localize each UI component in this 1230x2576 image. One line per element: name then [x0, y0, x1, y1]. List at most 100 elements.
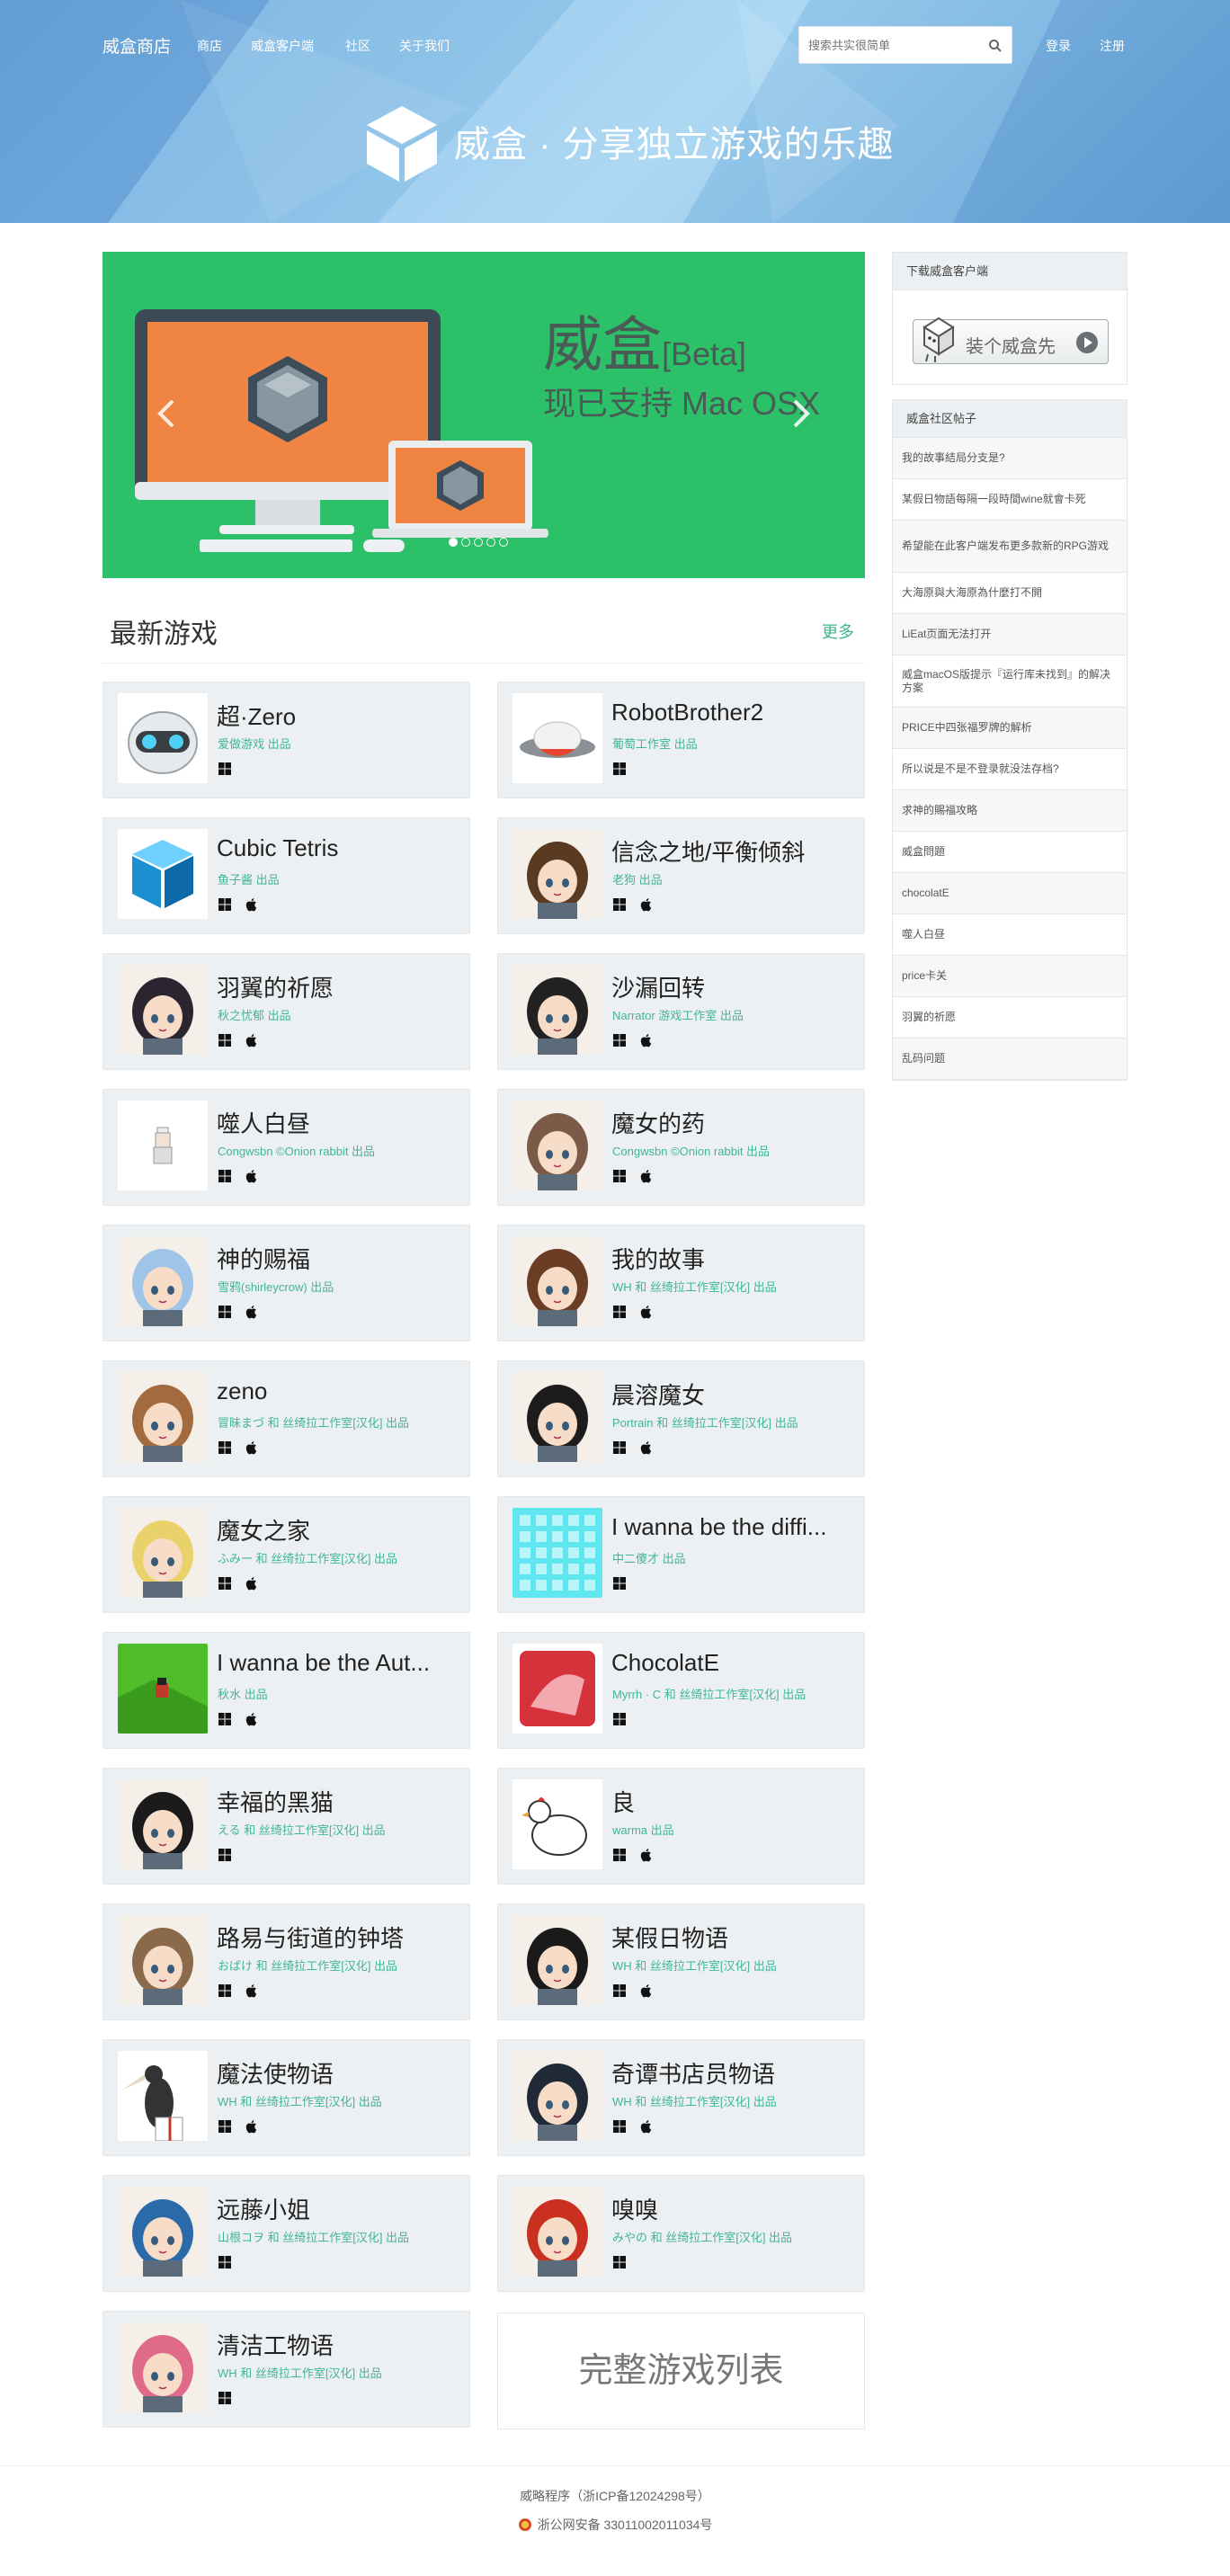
- game-card[interactable]: 魔法使物语 WH 和 丝绮拉工作室[汉化] 出品: [102, 2039, 470, 2156]
- community-post-link[interactable]: 希望能在此客户端发布更多款新的RPG游戏: [893, 521, 1127, 573]
- carousel-prev-icon[interactable]: [153, 396, 180, 432]
- community-post-link[interactable]: LiEat页面无法打开: [893, 614, 1127, 655]
- community-post-link[interactable]: 威盒問題: [893, 832, 1127, 873]
- game-thumbnail[interactable]: [118, 2051, 208, 2141]
- login-link[interactable]: 登录: [1046, 37, 1071, 55]
- community-post-link[interactable]: 威盒macOS版提示『运行库未找到』的解决方案: [893, 655, 1127, 708]
- community-post-link[interactable]: 求神的賜福攻略: [893, 790, 1127, 832]
- game-thumbnail[interactable]: [118, 1101, 208, 1190]
- community-post-link[interactable]: 羽翼的祈愿: [893, 997, 1127, 1038]
- game-card[interactable]: 沙漏回转 Narrator 游戏工作室 出品: [497, 953, 865, 1070]
- game-title[interactable]: 远藤小姐: [217, 2192, 310, 2225]
- game-thumbnail[interactable]: [512, 2187, 602, 2277]
- brand-link[interactable]: 威盒商店: [102, 33, 171, 58]
- police-record[interactable]: 浙公网安备 33011002011034号: [0, 2516, 1230, 2534]
- game-title[interactable]: 羽翼的祈愿: [217, 970, 334, 1003]
- game-card[interactable]: 幸福的黑猫 える 和 丝绮拉工作室[汉化] 出品: [102, 1768, 470, 1885]
- game-thumbnail[interactable]: [118, 1372, 208, 1462]
- search-input[interactable]: [799, 27, 979, 63]
- full-game-list-button[interactable]: 完整游戏列表: [497, 2313, 865, 2429]
- game-card[interactable]: 羽翼的祈愿 秋之忧郁 出品: [102, 953, 470, 1070]
- game-thumbnail[interactable]: [512, 1101, 602, 1190]
- game-card[interactable]: 清洁工物语 WH 和 丝绮拉工作室[汉化] 出品: [102, 2311, 470, 2428]
- carousel-dot[interactable]: [499, 538, 508, 547]
- game-title[interactable]: I wanna be the Aut...: [217, 1649, 430, 1677]
- game-card[interactable]: 晨溶魔女 Portrain 和 丝绮拉工作室[汉化] 出品: [497, 1360, 865, 1477]
- game-card[interactable]: 魔女的药 Congwsbn ©Onion rabbit 出品: [497, 1089, 865, 1206]
- game-thumbnail[interactable]: [118, 965, 208, 1055]
- community-post-link[interactable]: PRICE中四张福罗牌的解析: [893, 708, 1127, 749]
- game-card[interactable]: zeno 冒昧まづ 和 丝绮拉工作室[汉化] 出品: [102, 1360, 470, 1477]
- game-title[interactable]: 神的赐福: [217, 1242, 310, 1275]
- game-thumbnail[interactable]: [118, 2322, 208, 2412]
- game-title[interactable]: 沙漏回转: [611, 970, 705, 1003]
- game-thumbnail[interactable]: [118, 693, 208, 783]
- carousel-dot[interactable]: [449, 538, 458, 547]
- game-title[interactable]: 魔法使物语: [217, 2056, 334, 2090]
- game-title[interactable]: 良: [611, 1785, 635, 1818]
- game-title[interactable]: 某假日物语: [611, 1921, 728, 1954]
- game-title[interactable]: 超·Zero: [217, 699, 296, 732]
- game-title[interactable]: 清洁工物语: [217, 2328, 334, 2361]
- game-title[interactable]: 嗅嗅: [611, 2192, 658, 2225]
- game-card[interactable]: 良 warma 出品: [497, 1768, 865, 1885]
- nav-link-client[interactable]: 威盒客户端: [251, 37, 314, 55]
- register-link[interactable]: 注册: [1100, 37, 1125, 55]
- game-card[interactable]: 超·Zero 爱做游戏 出品: [102, 682, 470, 798]
- game-title[interactable]: 信念之地/平衡倾斜: [611, 834, 805, 868]
- game-card[interactable]: Cubic Tetris 鱼子酱 出品: [102, 817, 470, 934]
- game-thumbnail[interactable]: [512, 1372, 602, 1462]
- game-card[interactable]: I wanna be the Aut... 秋水 出品: [102, 1632, 470, 1749]
- community-post-link[interactable]: 我的故事結局分支是?: [893, 438, 1127, 479]
- game-card[interactable]: ChocolatE Myrrh · C 和 丝绮拉工作室[汉化] 出品: [497, 1632, 865, 1749]
- game-title[interactable]: 路易与街道的钟塔: [217, 1921, 404, 1954]
- game-card[interactable]: I wanna be the diffi... 中二傻才 出品: [497, 1496, 865, 1613]
- game-thumbnail[interactable]: [512, 965, 602, 1055]
- game-card[interactable]: 某假日物语 WH 和 丝绮拉工作室[汉化] 出品: [497, 1903, 865, 2020]
- game-card[interactable]: 远藤小姐 山根コヲ 和 丝绮拉工作室[汉化] 出品: [102, 2175, 470, 2292]
- game-card[interactable]: 信念之地/平衡倾斜 老狗 出品: [497, 817, 865, 934]
- community-post-link[interactable]: price卡关: [893, 956, 1127, 997]
- game-title[interactable]: 魔女的药: [611, 1106, 705, 1139]
- game-thumbnail[interactable]: [118, 829, 208, 919]
- game-card[interactable]: RobotBrother2 葡萄工作室 出品: [497, 682, 865, 798]
- game-card[interactable]: 路易与街道的钟塔 おばけ 和 丝绮拉工作室[汉化] 出品: [102, 1903, 470, 2020]
- install-client-button[interactable]: 装个威盒先: [913, 316, 1109, 364]
- game-thumbnail[interactable]: [118, 1508, 208, 1598]
- game-thumbnail[interactable]: [512, 1779, 602, 1869]
- game-thumbnail[interactable]: [512, 1236, 602, 1326]
- game-thumbnail[interactable]: [512, 2051, 602, 2141]
- game-title[interactable]: zeno: [217, 1377, 267, 1405]
- game-title[interactable]: 晨溶魔女: [611, 1377, 705, 1411]
- game-title[interactable]: 我的故事: [611, 1242, 705, 1275]
- game-card[interactable]: 嗅嗅 みやの 和 丝绮拉工作室[汉化] 出品: [497, 2175, 865, 2292]
- game-thumbnail[interactable]: [118, 1915, 208, 2005]
- game-thumbnail[interactable]: [512, 829, 602, 919]
- game-thumbnail[interactable]: [512, 1644, 602, 1734]
- nav-link-store[interactable]: 商店: [197, 37, 222, 55]
- game-card[interactable]: 我的故事 WH 和 丝绮拉工作室[汉化] 出品: [497, 1225, 865, 1341]
- community-post-link[interactable]: 噬人白昼: [893, 914, 1127, 956]
- game-title[interactable]: RobotBrother2: [611, 699, 763, 726]
- game-title[interactable]: Cubic Tetris: [217, 834, 338, 862]
- carousel-dot[interactable]: [461, 538, 470, 547]
- game-title[interactable]: 噬人白昼: [217, 1106, 310, 1139]
- game-thumbnail[interactable]: [118, 2187, 208, 2277]
- search-icon[interactable]: [988, 39, 1003, 53]
- game-title[interactable]: 幸福的黑猫: [217, 1785, 334, 1818]
- community-post-link[interactable]: 某假日物語每隔一段時間wine就會卡死: [893, 479, 1127, 521]
- game-title[interactable]: 魔女之家: [217, 1513, 310, 1546]
- carousel-next-icon[interactable]: [788, 396, 815, 432]
- community-post-link[interactable]: chocolatE: [893, 873, 1127, 914]
- game-thumbnail[interactable]: [512, 693, 602, 783]
- game-thumbnail[interactable]: [118, 1644, 208, 1734]
- game-card[interactable]: 魔女之家 ふみー 和 丝绮拉工作室[汉化] 出品: [102, 1496, 470, 1613]
- carousel-dot[interactable]: [486, 538, 495, 547]
- community-post-link[interactable]: 大海原與大海原為什麼打不開: [893, 573, 1127, 614]
- game-thumbnail[interactable]: [512, 1915, 602, 2005]
- game-thumbnail[interactable]: [118, 1779, 208, 1869]
- nav-link-about[interactable]: 关于我们: [399, 37, 450, 55]
- nav-link-community[interactable]: 社区: [345, 37, 370, 55]
- more-games-link[interactable]: 更多: [822, 619, 854, 643]
- game-title[interactable]: ChocolatE: [611, 1649, 719, 1677]
